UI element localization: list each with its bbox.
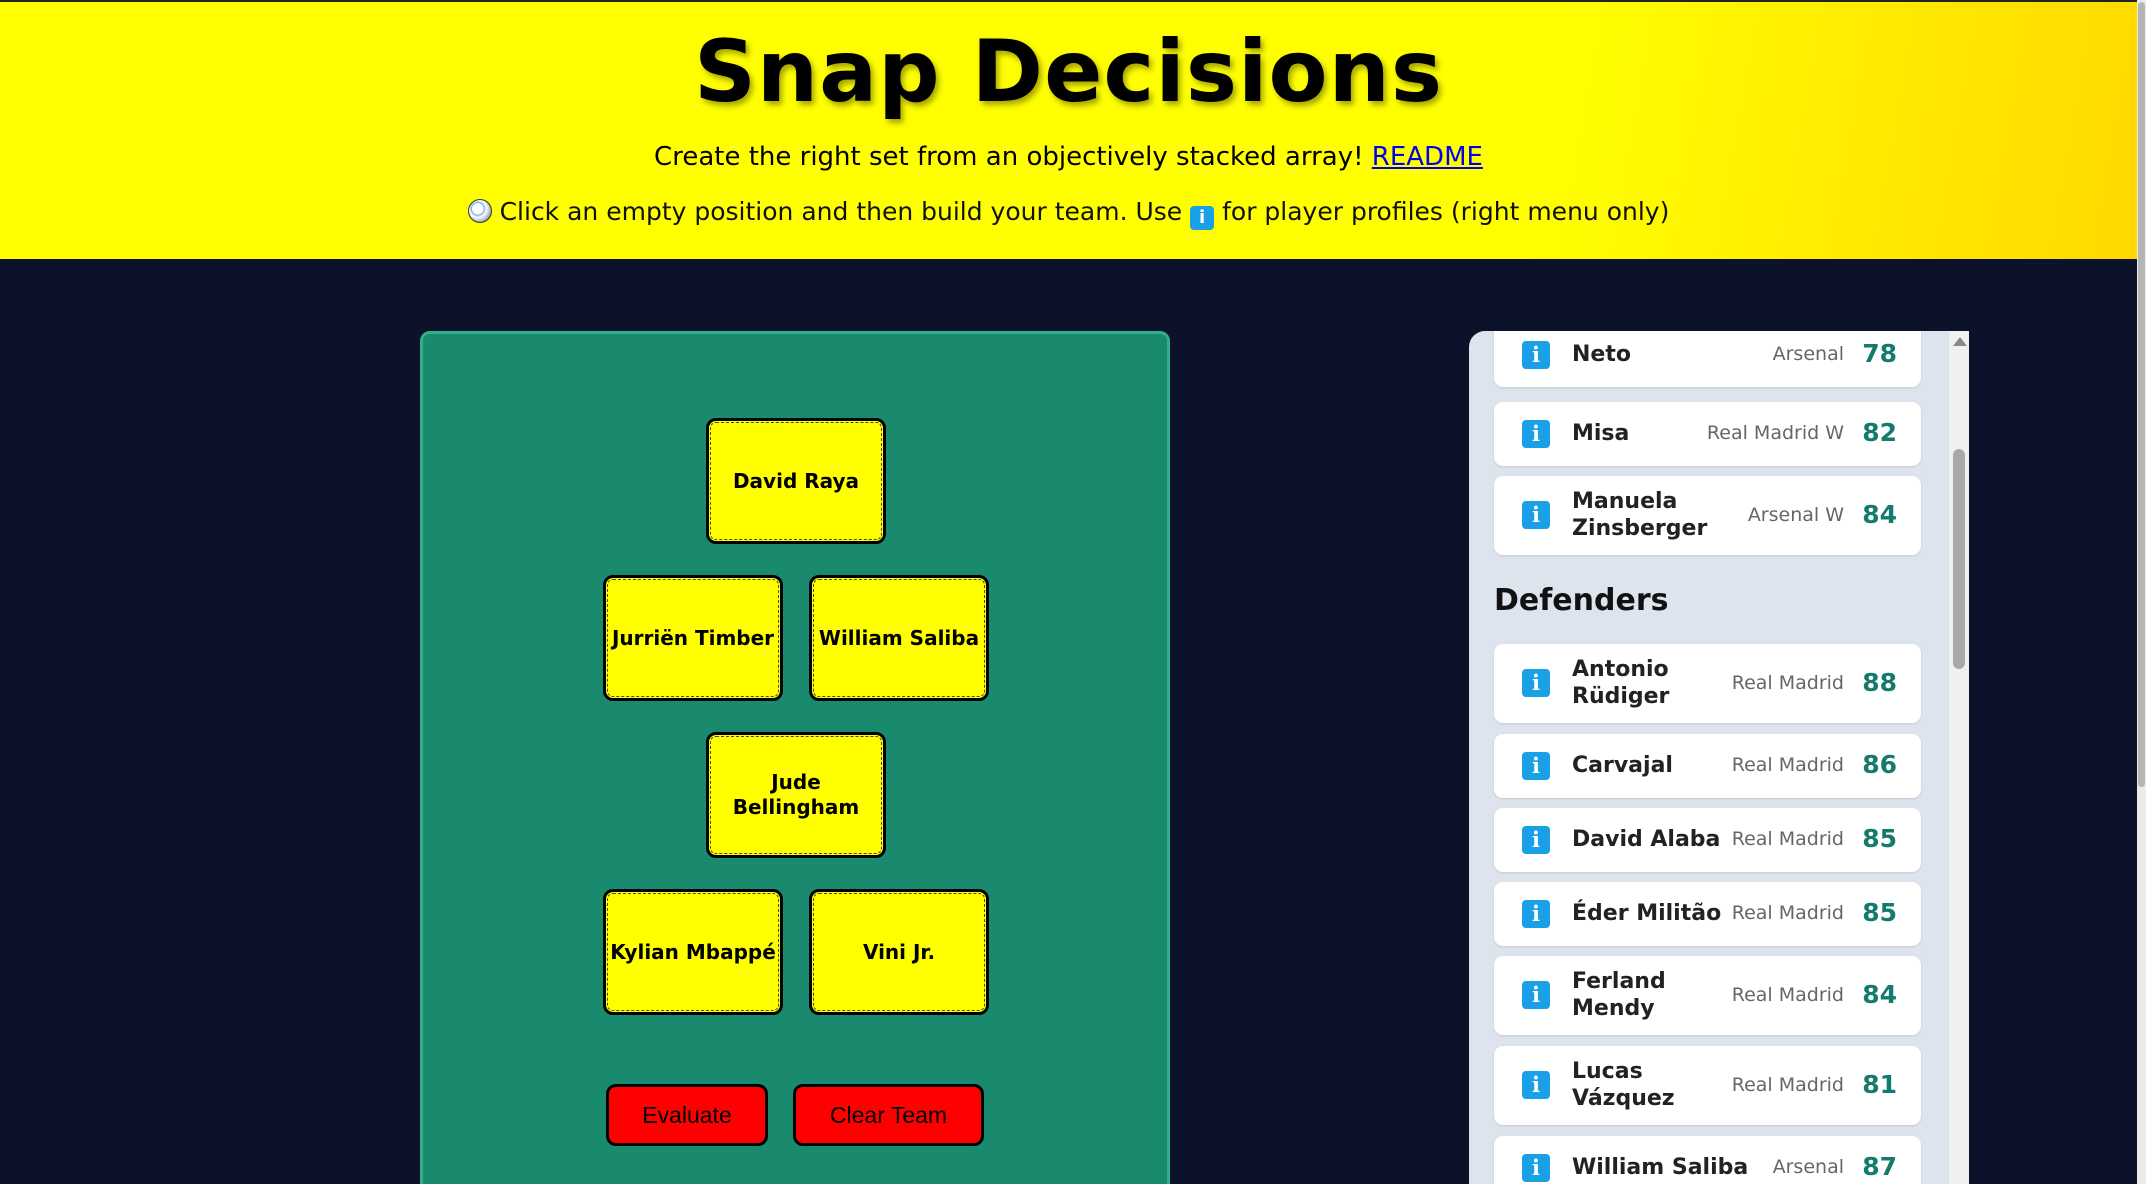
player-card[interactable]: i Neto Arsenal 78 [1494, 331, 1921, 387]
info-icon[interactable]: i [1522, 669, 1550, 697]
player-rating: 87 [1862, 1152, 1897, 1181]
player-name: Neto [1572, 342, 1631, 367]
player-card[interactable]: i Carvajal Real Madrid 86 [1494, 734, 1921, 798]
position-slot-def-right[interactable]: William Saliba [809, 575, 989, 701]
player-rating: 78 [1862, 339, 1897, 368]
position-slot-gk[interactable]: David Raya [706, 418, 886, 544]
info-icon[interactable]: i [1522, 826, 1550, 854]
player-name: Ferland Mendy [1572, 969, 1666, 1021]
section-heading-defenders: Defenders [1494, 583, 1669, 618]
player-club: Real Madrid [1731, 984, 1844, 1006]
player-club: Real Madrid [1731, 672, 1844, 694]
player-rating: 82 [1862, 418, 1897, 447]
player-name: David Alaba [1572, 827, 1721, 852]
player-card[interactable]: i Manuela Zinsberger Arsenal W 84 [1494, 476, 1921, 555]
player-list-scrollbar[interactable] [1949, 331, 1969, 1184]
page-title: Snap Decisions [693, 22, 1444, 122]
page-scrollbar[interactable] [2137, 0, 2146, 1184]
player-rating: 88 [1862, 668, 1897, 697]
player-club: Arsenal [1772, 343, 1844, 365]
player-name: Carvajal [1572, 753, 1673, 778]
player-name: Antonio Rüdiger [1572, 657, 1670, 709]
player-card[interactable]: i David Alaba Real Madrid 85 [1494, 808, 1921, 872]
player-rating: 86 [1862, 750, 1897, 779]
instructions-text-a: Click an empty position and then build y… [499, 197, 1183, 226]
info-icon[interactable]: i [1522, 341, 1550, 369]
player-rating: 85 [1862, 898, 1897, 927]
player-name: Manuela Zinsberger [1572, 489, 1708, 541]
position-slot-fwd-right[interactable]: Vini Jr. [809, 889, 989, 1015]
player-rating: 85 [1862, 824, 1897, 853]
player-name: William Saliba [1572, 1155, 1749, 1180]
player-club: Arsenal W [1747, 504, 1844, 526]
info-icon[interactable]: i [1522, 752, 1550, 780]
player-name: Lucas Vázquez [1572, 1059, 1675, 1111]
info-icon[interactable]: i [1522, 981, 1550, 1009]
player-club: Real Madrid W [1706, 422, 1844, 444]
info-icon[interactable]: i [1522, 1071, 1550, 1099]
page-scrollbar-thumb[interactable] [2138, 2, 2145, 787]
player-list-panel[interactable]: i Neto Arsenal 78 i Misa Real Madrid W 8… [1469, 331, 1969, 1184]
player-card[interactable]: i William Saliba Arsenal 87 [1494, 1136, 1921, 1184]
position-slot-fwd-left[interactable]: Kylian Mbappé [603, 889, 783, 1015]
player-club: Arsenal [1772, 1156, 1844, 1178]
info-icon: i [1190, 206, 1215, 230]
subtitle-text: Create the right set from an objectively… [654, 142, 1364, 172]
player-name: Misa [1572, 421, 1630, 446]
player-club: Real Madrid [1731, 1074, 1844, 1096]
info-icon[interactable]: i [1522, 501, 1550, 529]
position-slot-def-left[interactable]: Jurriën Timber [603, 575, 783, 701]
readme-link[interactable]: README [1372, 142, 1483, 172]
soccer-ball-icon [467, 199, 492, 223]
position-slot-mid[interactable]: Jude Bellingham [706, 732, 886, 858]
player-card[interactable]: i Éder Militão Real Madrid 85 [1494, 882, 1921, 946]
player-card[interactable]: i Antonio Rüdiger Real Madrid 88 [1494, 644, 1921, 723]
player-name: Éder Militão [1572, 901, 1722, 926]
instructions-text-b: for player profiles (right menu only) [1222, 197, 1670, 226]
player-club: Real Madrid [1731, 902, 1844, 924]
header-banner: Snap Decisions Create the right set from… [0, 0, 2137, 259]
clear-team-button[interactable]: Clear Team [793, 1084, 984, 1146]
player-rating: 81 [1862, 1070, 1897, 1099]
player-card[interactable]: i Misa Real Madrid W 82 [1494, 402, 1921, 466]
info-icon[interactable]: i [1522, 420, 1550, 448]
player-club: Real Madrid [1731, 828, 1844, 850]
evaluate-button[interactable]: Evaluate [606, 1084, 768, 1146]
scrollbar-thumb[interactable] [1953, 449, 1965, 669]
team-pitch: David Raya Jurriën Timber William Saliba… [420, 331, 1170, 1184]
player-rating: 84 [1862, 980, 1897, 1009]
info-icon[interactable]: i [1522, 1154, 1550, 1182]
player-rating: 84 [1862, 500, 1897, 529]
instructions: Click an empty position and then build y… [0, 197, 2137, 230]
scroll-up-arrow-icon[interactable] [1953, 337, 1967, 346]
info-icon[interactable]: i [1522, 900, 1550, 928]
player-club: Real Madrid [1731, 754, 1844, 776]
player-card[interactable]: i Lucas Vázquez Real Madrid 81 [1494, 1046, 1921, 1125]
subtitle: Create the right set from an objectively… [0, 142, 2137, 172]
player-card[interactable]: i Ferland Mendy Real Madrid 84 [1494, 956, 1921, 1035]
